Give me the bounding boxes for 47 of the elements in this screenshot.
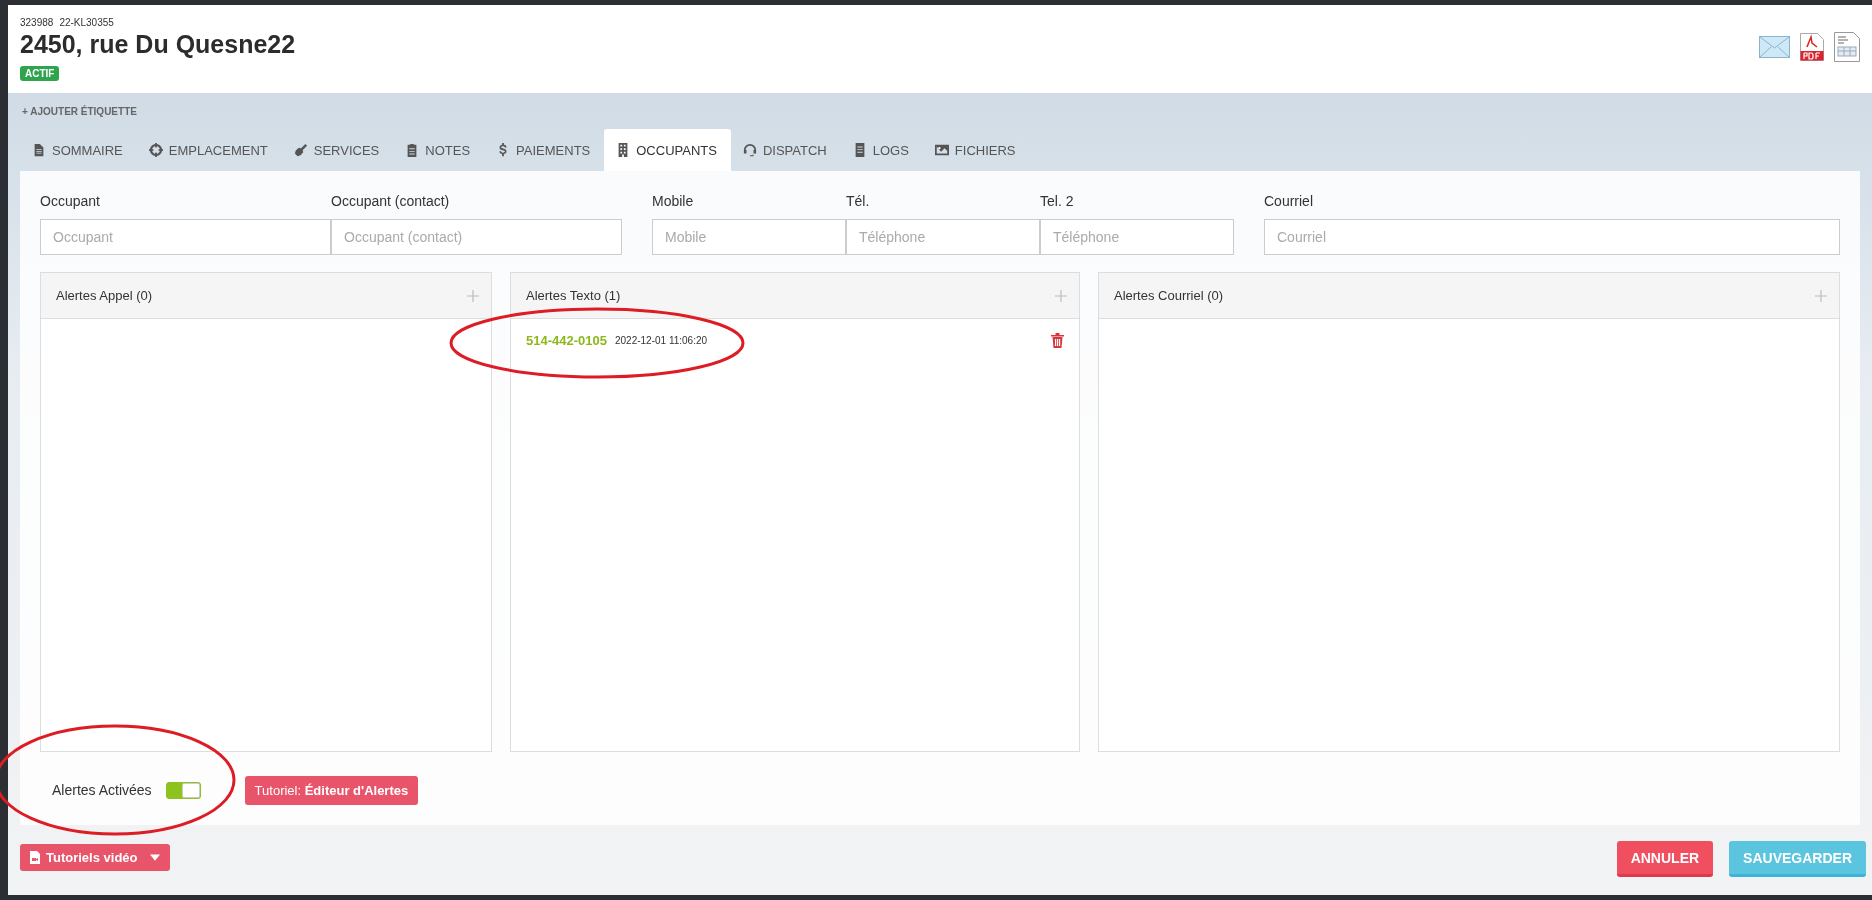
tab[interactable]: FICHIERS [922,129,1030,171]
panel-title: Alertes Courriel (0) [1114,288,1224,303]
cancel-button[interactable]: ANNULER [1616,841,1714,877]
pdf-file-icon [1800,33,1824,61]
spreadsheet-document-icon [1834,32,1860,62]
property-title: 2450, rue Du Quesne22 [20,30,296,59]
input-field[interactable]: Téléphone [846,219,1040,255]
tab[interactable]: EMPLACEMENT [136,129,282,171]
tab[interactable]: OCCUPANTS [604,129,731,171]
document-icon [32,143,46,157]
input-field[interactable]: Occupant (contact) [331,219,622,255]
tab[interactable]: LOGS [840,129,923,171]
field-label: Mobile [652,193,695,211]
headset-icon [742,143,757,157]
record-id: 22-KL30355 [59,17,114,28]
field-label: Tel. 2 [1040,193,1075,211]
add-icon [467,289,479,302]
input-field[interactable]: Occupant [40,219,331,255]
image-icon [934,143,949,157]
input-field[interactable]: Mobile [652,219,846,255]
field-label: Occupant [40,193,101,211]
field-label: Occupant (contact) [331,193,451,211]
tab[interactable]: SOMMAIRE [20,129,137,171]
status-badge: ACTIF [20,66,60,81]
tab[interactable]: SERVICES [281,129,394,171]
tutorial-button[interactable]: Tutoriel: Éditeur d'Alertes [244,775,419,805]
field-label: Tél. [846,193,871,211]
tab[interactable]: PAIEMENTS [484,129,605,171]
tab[interactable]: NOTES [393,129,485,171]
panel-title: Alertes Texto (1) [526,288,621,303]
record-id: 323988 [20,17,54,28]
toggle-switch[interactable] [165,781,201,799]
input-field[interactable]: Téléphone [1040,219,1234,255]
trash-icon [1051,333,1064,348]
tab[interactable]: DISPATCH [730,129,841,171]
envelope-icon [1759,36,1790,58]
add-icon [1815,289,1827,302]
add-icon [1055,289,1067,302]
panel-title: Alertes Appel (0) [56,288,153,303]
crosshair-icon [148,143,163,157]
video-tutorials-button[interactable]: Tutoriels vidéo [20,843,170,871]
toggle-label: Alertes Activées [52,782,152,798]
input-field[interactable]: Courriel [1264,219,1840,255]
timestamp: 2022-12-01 11:06:20 [614,335,708,346]
add-label-link[interactable]: + AJOUTER ÉTIQUETTE [22,106,137,117]
field-label: Courriel [1264,193,1314,211]
video-file-icon [30,850,40,864]
